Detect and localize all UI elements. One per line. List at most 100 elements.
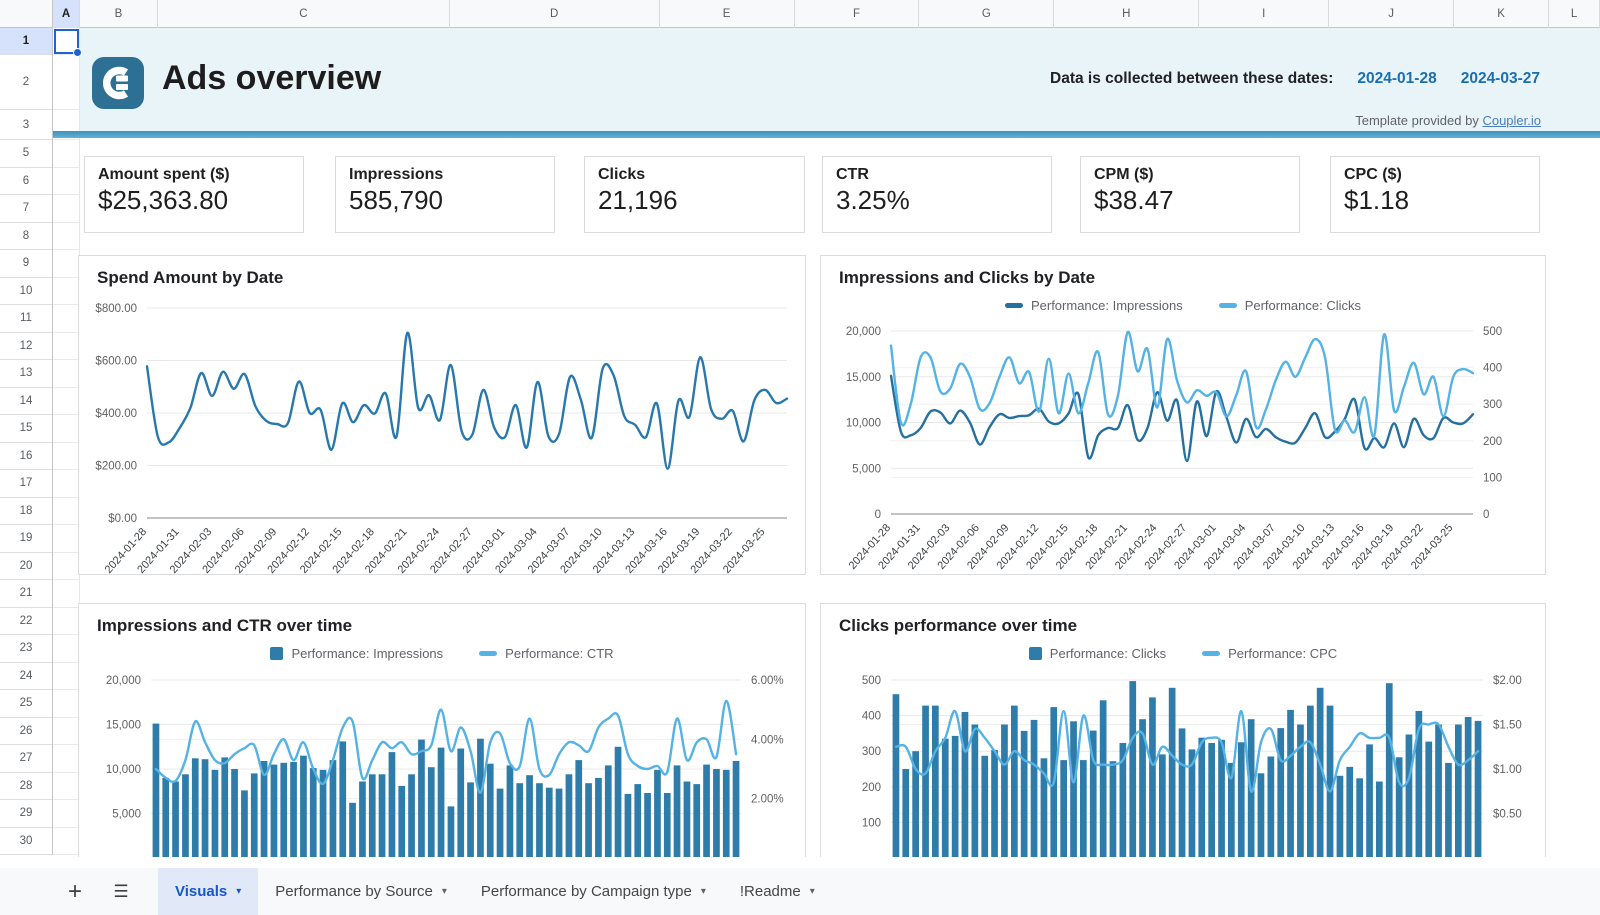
column-header-h[interactable]: H (1054, 0, 1199, 28)
row-header-30[interactable]: 30 (0, 828, 52, 856)
column-header-f[interactable]: F (795, 0, 920, 28)
cell-a30[interactable] (53, 828, 79, 856)
row-header-23[interactable]: 23 (0, 635, 52, 663)
row-header-25[interactable]: 25 (0, 690, 52, 718)
row-header-27[interactable]: 27 (0, 745, 52, 773)
chart-impressions-clicks[interactable]: Impressions and Clicks by Date Performan… (820, 255, 1546, 575)
svg-text:$0.50: $0.50 (1493, 809, 1522, 821)
all-sheets-menu-button[interactable]: ☰ (104, 868, 138, 915)
chart-spend-by-date[interactable]: Spend Amount by Date $0.00$200.00$400.00… (78, 255, 806, 575)
row-header-13[interactable]: 13 (0, 360, 52, 388)
selected-cell-a1[interactable] (54, 29, 79, 54)
date-note-label: Data is collected between these dates: (1050, 70, 1333, 88)
chart-impressions-ctr[interactable]: Impressions and CTR over time Performanc… (78, 603, 806, 857)
column-header-e[interactable]: E (660, 0, 795, 28)
fill-handle[interactable] (73, 48, 82, 57)
chart-plot: $0.00$200.00$400.00$600.00$800.002024-01… (79, 256, 806, 575)
tab-dropdown-icon[interactable]: ▾ (810, 886, 815, 897)
svg-text:500: 500 (1483, 326, 1502, 338)
column-header-a[interactable]: A (53, 0, 80, 28)
row-header-8[interactable]: 8 (0, 223, 52, 251)
cell-a16[interactable] (53, 443, 79, 471)
page-title: Ads overview (162, 59, 381, 98)
row-header-17[interactable]: 17 (0, 470, 52, 498)
row-header-18[interactable]: 18 (0, 498, 52, 526)
row-header-26[interactable]: 26 (0, 718, 52, 746)
cell-a7[interactable] (53, 195, 79, 223)
cell-a11[interactable] (53, 305, 79, 333)
cell-a5[interactable] (53, 140, 79, 168)
cell-a15[interactable] (53, 415, 79, 443)
cell-a29[interactable] (53, 800, 79, 828)
cell-a13[interactable] (53, 360, 79, 388)
tab-dropdown-icon[interactable]: ▾ (442, 886, 447, 897)
column-header-b[interactable]: B (80, 0, 158, 28)
cell-a2[interactable] (53, 55, 79, 110)
row-header-6[interactable]: 6 (0, 168, 52, 196)
svg-text:$2.00: $2.00 (1493, 675, 1522, 687)
coupler-link[interactable]: Coupler.io (1482, 113, 1541, 128)
chart-clicks-performance[interactable]: Clicks performance over time Performance… (820, 603, 1546, 857)
row-header-16[interactable]: 16 (0, 443, 52, 471)
row-header-21[interactable]: 21 (0, 580, 52, 608)
cell-a10[interactable] (53, 278, 79, 306)
cell-a25[interactable] (53, 690, 79, 718)
row-header-1[interactable]: 1 (0, 28, 52, 55)
tab-dropdown-icon[interactable]: ▾ (701, 886, 706, 897)
row-header-2[interactable]: 2 (0, 55, 52, 110)
column-header-d[interactable]: D (450, 0, 660, 28)
row-header-29[interactable]: 29 (0, 800, 52, 828)
svg-text:15,000: 15,000 (106, 720, 141, 732)
row-header-19[interactable]: 19 (0, 525, 52, 553)
row-header-28[interactable]: 28 (0, 773, 52, 801)
row-header-12[interactable]: 12 (0, 333, 52, 361)
row-header-10[interactable]: 10 (0, 278, 52, 306)
cell-a14[interactable] (53, 388, 79, 416)
cell-a22[interactable] (53, 608, 79, 636)
cell-a12[interactable] (53, 333, 79, 361)
tab-performance-by-source[interactable]: Performance by Source ▾ (258, 868, 464, 915)
row-header-22[interactable]: 22 (0, 608, 52, 636)
add-sheet-button[interactable]: + (58, 868, 92, 915)
cell-a18[interactable] (53, 498, 79, 526)
row-header-11[interactable]: 11 (0, 305, 52, 333)
row-header-9[interactable]: 9 (0, 250, 52, 278)
row-header-20[interactable]: 20 (0, 553, 52, 581)
date-end-value: 2024-03-27 (1461, 70, 1540, 88)
cell-a17[interactable] (53, 470, 79, 498)
kpi-cpc: CPC ($) $1.18 (1330, 156, 1540, 233)
svg-text:100: 100 (862, 817, 881, 829)
row-header-5[interactable]: 5 (0, 140, 52, 168)
tab-readme[interactable]: !Readme ▾ (723, 868, 832, 915)
cell-a26[interactable] (53, 718, 79, 746)
column-header-l[interactable]: L (1549, 0, 1600, 28)
row-header-7[interactable]: 7 (0, 195, 52, 223)
svg-text:$1.50: $1.50 (1493, 720, 1522, 732)
tab-performance-by-campaign-type[interactable]: Performance by Campaign type ▾ (464, 868, 723, 915)
cell-a28[interactable] (53, 773, 79, 801)
cell-a9[interactable] (53, 250, 79, 278)
cell-a24[interactable] (53, 663, 79, 691)
row-header-14[interactable]: 14 (0, 388, 52, 416)
svg-text:6.00%: 6.00% (751, 675, 784, 687)
tab-visuals[interactable]: Visuals ▾ (158, 868, 258, 915)
tab-dropdown-icon[interactable]: ▾ (236, 886, 241, 897)
row-header-24[interactable]: 24 (0, 663, 52, 691)
date-range-note: Data is collected between these dates: 2… (1050, 70, 1540, 88)
row-header-3[interactable]: 3 (0, 110, 52, 140)
row-header-15[interactable]: 15 (0, 415, 52, 443)
cell-a20[interactable] (53, 553, 79, 581)
kpi-impressions: Impressions 585,790 (335, 156, 555, 233)
cell-a23[interactable] (53, 635, 79, 663)
cell-a6[interactable] (53, 168, 79, 196)
cell-a27[interactable] (53, 745, 79, 773)
column-header-i[interactable]: I (1199, 0, 1329, 28)
column-header-g[interactable]: G (919, 0, 1054, 28)
cell-a8[interactable] (53, 223, 79, 251)
column-header-k[interactable]: K (1454, 0, 1549, 28)
column-header-j[interactable]: J (1329, 0, 1454, 28)
sheet-corner[interactable] (0, 0, 53, 28)
cell-a19[interactable] (53, 525, 79, 553)
cell-a21[interactable] (53, 580, 79, 608)
column-header-c[interactable]: C (158, 0, 450, 28)
